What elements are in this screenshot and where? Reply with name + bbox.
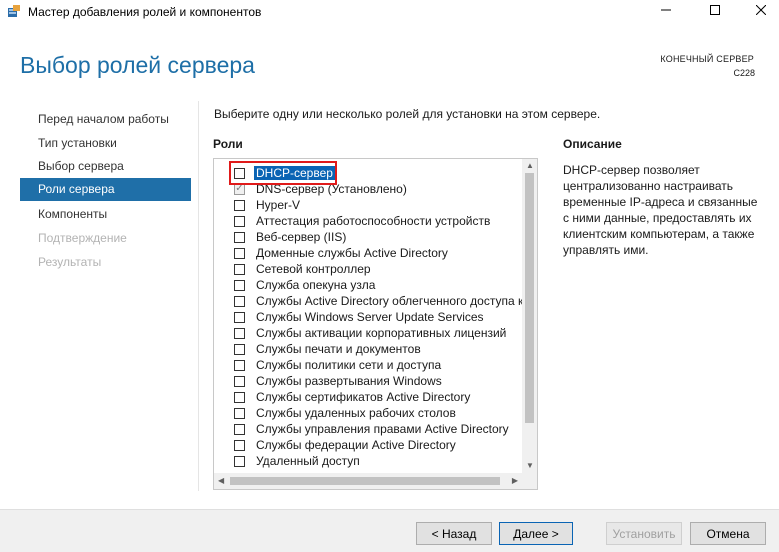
role-item[interactable]: Веб-сервер (IIS) bbox=[234, 229, 526, 245]
role-checkbox[interactable] bbox=[234, 423, 245, 435]
server-manager-icon bbox=[7, 4, 21, 18]
scroll-right-icon[interactable]: ▶ bbox=[512, 477, 518, 485]
role-item[interactable]: Аттестация работоспособности устройств bbox=[234, 213, 526, 229]
role-item[interactable]: Hyper-V bbox=[234, 197, 526, 213]
role-checkbox[interactable] bbox=[234, 167, 245, 179]
checkmark-icon: ✓ bbox=[235, 183, 244, 194]
install-button[interactable]: Установить bbox=[606, 522, 682, 545]
role-checkbox[interactable] bbox=[234, 407, 245, 419]
role-item[interactable]: Доменные службы Active Directory bbox=[234, 245, 526, 261]
nav-divider bbox=[198, 101, 199, 491]
window-title: Мастер добавления ролей и компонентов bbox=[28, 5, 262, 19]
minimize-button[interactable] bbox=[643, 0, 689, 22]
role-item[interactable]: ✓ DNS-сервер (Установлено) bbox=[234, 181, 526, 197]
role-label: Службы развертывания Windows bbox=[256, 374, 442, 388]
role-item[interactable]: Сетевой контроллер bbox=[234, 261, 526, 277]
role-label: Службы федерации Active Directory bbox=[256, 438, 456, 452]
horizontal-scrollbar[interactable]: ◀ ▶ bbox=[214, 473, 522, 489]
role-checkbox[interactable] bbox=[234, 343, 245, 355]
nav-item[interactable]: Выбор сервера bbox=[20, 155, 191, 178]
role-checkbox[interactable] bbox=[234, 279, 245, 291]
role-checkbox[interactable] bbox=[234, 215, 245, 227]
role-checkbox[interactable] bbox=[234, 247, 245, 259]
role-label: Службы печати и документов bbox=[256, 342, 421, 356]
destination-server-label: КОНЕЧНЫЙ СЕРВЕР bbox=[660, 54, 754, 64]
role-label: Аттестация работоспособности устройств bbox=[256, 214, 491, 228]
scroll-up-icon[interactable]: ▲ bbox=[526, 162, 534, 170]
close-icon bbox=[755, 4, 767, 18]
role-checkbox[interactable] bbox=[234, 199, 245, 211]
description-heading: Описание bbox=[563, 137, 622, 151]
role-item[interactable]: Службы федерации Active Directory bbox=[234, 437, 526, 453]
role-item[interactable]: Удаленный доступ bbox=[234, 453, 526, 469]
maximize-icon bbox=[710, 4, 720, 18]
role-label: Службы политики сети и доступа bbox=[256, 358, 442, 372]
close-button[interactable] bbox=[738, 0, 779, 22]
role-label: Сетевой контроллер bbox=[256, 262, 371, 276]
destination-server-name: C228 bbox=[733, 68, 755, 78]
role-label: Службы Windows Server Update Services bbox=[256, 310, 484, 324]
horizontal-scroll-thumb[interactable] bbox=[230, 477, 500, 485]
role-checkbox[interactable] bbox=[234, 455, 245, 467]
role-item[interactable]: Службы Active Directory облегченного дос… bbox=[234, 293, 526, 309]
role-item[interactable]: Службы печати и документов bbox=[234, 341, 526, 357]
role-checkbox[interactable] bbox=[234, 359, 245, 371]
role-label: Доменные службы Active Directory bbox=[256, 246, 448, 260]
role-checkbox[interactable] bbox=[234, 311, 245, 323]
maximize-button[interactable] bbox=[692, 0, 738, 22]
role-label: Hyper-V bbox=[256, 198, 301, 212]
nav-item[interactable]: Тип установки bbox=[20, 132, 191, 155]
scroll-left-icon[interactable]: ◀ bbox=[218, 477, 224, 485]
role-item[interactable]: Службы активации корпоративных лицензий bbox=[234, 325, 526, 341]
page-title: Выбор ролей сервера bbox=[20, 52, 255, 78]
role-label: Удаленный доступ bbox=[256, 454, 360, 468]
role-label: DNS-сервер (Установлено) bbox=[256, 182, 407, 196]
minimize-icon bbox=[661, 4, 671, 18]
scrollbar-corner bbox=[522, 473, 537, 489]
role-checkbox[interactable] bbox=[234, 263, 245, 275]
description-text: DHCP-сервер позволяет централизованно на… bbox=[563, 163, 758, 257]
role-item[interactable]: Службы развертывания Windows bbox=[234, 373, 526, 389]
role-item[interactable]: Службы политики сети и доступа bbox=[234, 357, 526, 373]
roles-heading: Роли bbox=[213, 137, 243, 151]
role-item[interactable]: Служба опекуна узла bbox=[234, 277, 526, 293]
nav-item[interactable]: Перед началом работы bbox=[20, 108, 191, 131]
nav-item[interactable]: Компоненты bbox=[20, 203, 191, 226]
next-button[interactable]: Далее > bbox=[499, 522, 573, 545]
back-button[interactable]: < Назад bbox=[416, 522, 492, 545]
role-label: DHCP-сервер bbox=[254, 166, 335, 180]
role-item[interactable]: Службы Windows Server Update Services bbox=[234, 309, 526, 325]
role-checkbox[interactable] bbox=[234, 231, 245, 243]
scroll-down-icon[interactable]: ▼ bbox=[526, 462, 534, 470]
nav-item[interactable]: Роли сервера bbox=[20, 178, 191, 201]
role-label: Службы управления правами Active Directo… bbox=[256, 422, 509, 436]
nav-item: Результаты bbox=[38, 255, 102, 269]
role-item[interactable]: Службы управления правами Active Directo… bbox=[234, 421, 526, 437]
instruction-text: Выберите одну или несколько ролей для ус… bbox=[214, 107, 601, 121]
role-label: Службы активации корпоративных лицензий bbox=[256, 326, 507, 340]
vertical-scrollbar[interactable]: ▲ ▼ bbox=[522, 159, 537, 473]
role-checkbox[interactable]: ✓ bbox=[234, 183, 245, 195]
role-checkbox[interactable] bbox=[234, 295, 245, 307]
role-checkbox[interactable] bbox=[234, 391, 245, 403]
role-checkbox[interactable] bbox=[234, 375, 245, 387]
role-item[interactable]: Службы удаленных рабочих столов bbox=[234, 405, 526, 421]
role-label: Веб-сервер (IIS) bbox=[256, 230, 347, 244]
role-label: Служба опекуна узла bbox=[256, 278, 376, 292]
role-label: Службы сертификатов Active Directory bbox=[256, 390, 471, 404]
nav-item: Подтверждение bbox=[38, 231, 127, 245]
roles-list-box[interactable]: DHCP-сервер ✓ DNS-сервер (Установлено) Hype… bbox=[213, 158, 538, 490]
role-checkbox[interactable] bbox=[234, 439, 245, 451]
role-label: Службы удаленных рабочих столов bbox=[256, 406, 456, 420]
role-label: Службы Active Directory облегченного дос… bbox=[256, 294, 524, 308]
role-item[interactable]: Службы сертификатов Active Directory bbox=[234, 389, 526, 405]
role-checkbox[interactable] bbox=[234, 327, 245, 339]
vertical-scroll-thumb[interactable] bbox=[525, 173, 534, 423]
role-item[interactable]: DHCP-сервер bbox=[234, 165, 526, 181]
cancel-button[interactable]: Отмена bbox=[690, 522, 766, 545]
